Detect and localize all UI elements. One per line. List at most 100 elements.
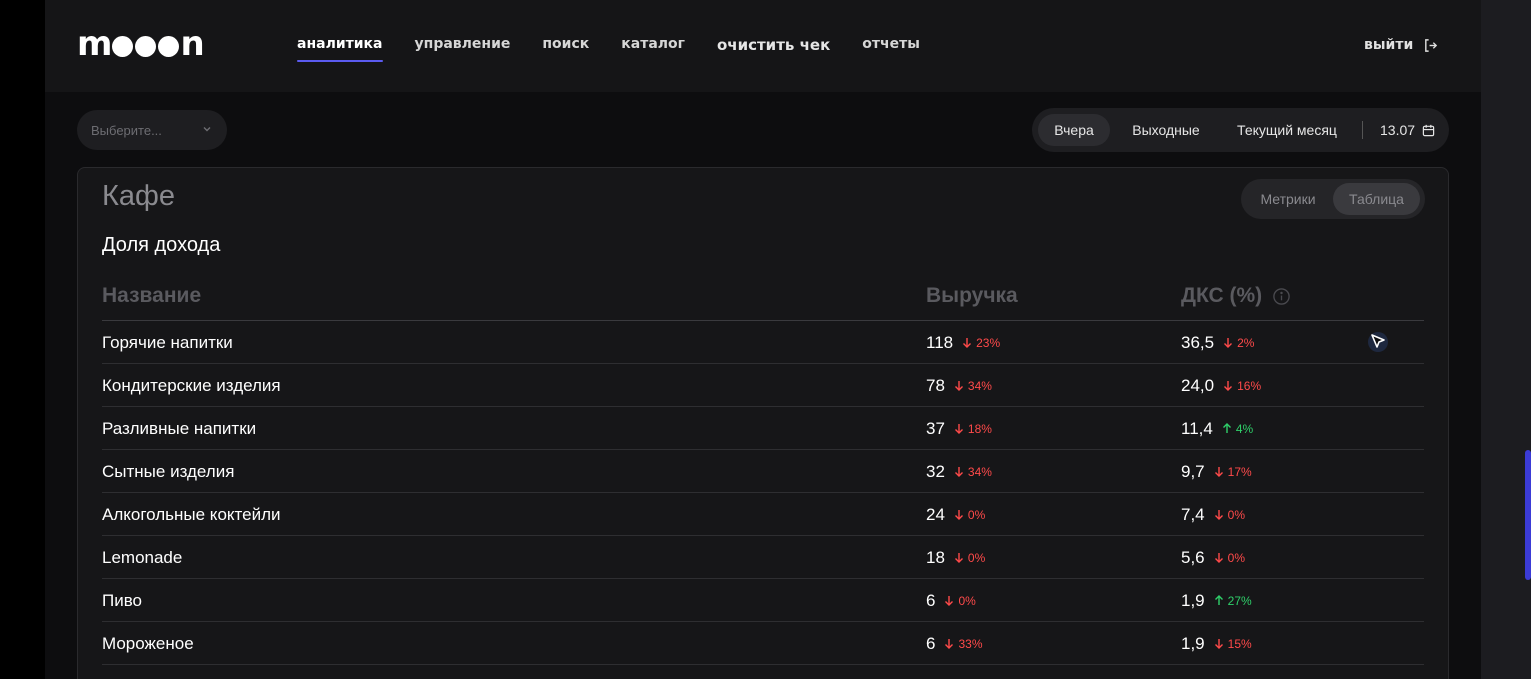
row-revenue: 6 0% [926, 591, 976, 611]
col-name-header[interactable]: Название [102, 284, 201, 308]
row-revenue: 78 34% [926, 376, 992, 396]
nav-clear-receipt[interactable]: очистить чек [717, 36, 830, 62]
logout-label: выйти [1364, 37, 1414, 53]
venue-select[interactable]: Выберите... [77, 110, 227, 150]
cafe-card: Кафе Метрики Таблица Доля дохода Названи… [77, 167, 1449, 679]
arrow-down-icon [962, 337, 972, 348]
arrow-up-icon [1222, 423, 1232, 434]
dks-delta: 15% [1214, 637, 1252, 651]
nav-search[interactable]: поиск [542, 36, 589, 62]
row-name: Кондитерские изделия [102, 376, 281, 395]
revenue-delta: 34% [954, 379, 992, 393]
chevron-down-icon [203, 127, 211, 132]
row-dks: 1,9 27% [1181, 591, 1252, 611]
table-row[interactable]: Алкогольные коктейли 24 0% 7,4 0% [102, 493, 1424, 536]
period-weekend[interactable]: Выходные [1122, 114, 1210, 146]
logo-n: n [180, 24, 204, 64]
logo-dot-1 [112, 35, 134, 57]
date-picker[interactable]: 13.07 [1380, 114, 1435, 146]
dks-delta: 17% [1214, 465, 1252, 479]
calendar-icon [1422, 124, 1435, 136]
table-body: Горячие напитки 118 23% 36,5 2% Кондитерские … [102, 321, 1424, 665]
row-dks: 36,5 2% [1181, 333, 1254, 353]
scrollbar-thumb[interactable] [1525, 450, 1531, 580]
revenue-delta: 33% [944, 637, 983, 651]
dks-value: 36,5 [1181, 333, 1215, 352]
arrow-down-icon [944, 638, 954, 649]
row-name: Lemonade [102, 548, 183, 567]
table-row[interactable]: Мороженое 6 33% 1,9 15% [102, 622, 1424, 665]
nav-management[interactable]: управление [415, 36, 511, 62]
dks-value: 7,4 [1181, 505, 1205, 524]
row-revenue: 32 34% [926, 462, 992, 482]
dks-delta: 4% [1222, 422, 1253, 436]
row-name: Мороженое [102, 634, 194, 653]
page-scrollbar[interactable] [1481, 0, 1531, 679]
revenue-value: 32 [926, 462, 945, 481]
section-subtitle: Доля дохода [102, 234, 221, 256]
revenue-value: 78 [926, 376, 945, 395]
table-row[interactable]: Пиво 6 0% 1,9 27% [102, 579, 1424, 622]
dks-value: 24,0 [1181, 376, 1215, 395]
col-dks-header[interactable]: ДКС (%) [1181, 284, 1291, 308]
revenue-delta: 0% [944, 594, 976, 608]
row-name: Сытные изделия [102, 462, 235, 481]
table-row[interactable]: Горячие напитки 118 23% 36,5 2% [102, 321, 1424, 364]
venue-select-placeholder: Выберите... [91, 122, 162, 138]
date-value: 13.07 [1380, 122, 1416, 138]
col-name-label: Название [102, 284, 202, 307]
table-row[interactable]: Lemonade 18 0% 5,6 0% [102, 536, 1424, 579]
row-revenue: 24 0% [926, 505, 985, 525]
logout-button[interactable]: выйти [1364, 37, 1438, 53]
arrow-down-icon [944, 595, 954, 606]
page: mn аналитика управление поиск каталог оч… [45, 0, 1481, 679]
table-header: Название Выручка ДКС (%) [102, 280, 1424, 321]
arrow-down-icon [954, 466, 964, 477]
period-selector: Вчера Выходные Текущий месяц 13.07 [1032, 108, 1449, 152]
row-name: Горячие напитки [102, 333, 233, 352]
row-dks: 1,9 15% [1181, 634, 1252, 654]
row-revenue: 18 0% [926, 548, 985, 568]
row-name: Разливные напитки [102, 419, 257, 438]
revenue-delta: 34% [954, 465, 992, 479]
period-yesterday[interactable]: Вчера [1038, 114, 1110, 146]
arrow-down-icon [1214, 552, 1224, 563]
col-revenue-header[interactable]: Выручка [926, 284, 1018, 308]
revenue-value: 118 [926, 333, 954, 352]
arrow-down-icon [1214, 509, 1224, 520]
row-name: Алкогольные коктейли [102, 505, 281, 524]
table-row[interactable]: Разливные напитки 37 18% 11,4 4% [102, 407, 1424, 450]
nav-reports[interactable]: отчеты [862, 36, 920, 62]
revenue-value: 37 [926, 419, 945, 438]
row-dks: 9,7 17% [1181, 462, 1252, 482]
table-row[interactable]: Кондитерские изделия 78 34% 24,0 16% [102, 364, 1424, 407]
row-revenue: 6 33% [926, 634, 983, 654]
nav-catalog[interactable]: каталог [621, 36, 685, 62]
dks-delta: 0% [1214, 508, 1245, 522]
dks-value: 5,6 [1181, 548, 1205, 567]
period-current-month[interactable]: Текущий месяц [1226, 114, 1348, 146]
revenue-delta: 0% [954, 508, 985, 522]
table-row[interactable]: Сытные изделия 32 34% 9,7 17% [102, 450, 1424, 493]
row-dks: 11,4 4% [1181, 419, 1253, 439]
arrow-up-icon [1214, 595, 1224, 606]
logo[interactable]: mn [77, 24, 205, 64]
arrow-down-icon [954, 552, 964, 563]
dks-value: 11,4 [1181, 419, 1213, 438]
info-icon[interactable] [1272, 287, 1291, 306]
logo-dot-3 [158, 35, 180, 57]
main-nav: аналитика управление поиск каталог очист… [297, 36, 952, 62]
card-title: Кафе [102, 180, 176, 212]
dks-value: 9,7 [1181, 462, 1205, 481]
view-metrics[interactable]: Метрики [1245, 183, 1331, 215]
revenue-value: 24 [926, 505, 945, 524]
revenue-delta: 0% [954, 551, 985, 565]
nav-analytics[interactable]: аналитика [297, 36, 383, 62]
app-viewport: mn аналитика управление поиск каталог оч… [0, 0, 1531, 679]
view-table[interactable]: Таблица [1333, 183, 1420, 215]
col-dks-label: ДКС (%) [1181, 284, 1263, 307]
row-revenue: 118 23% [926, 333, 1000, 353]
revenue-delta: 23% [962, 336, 1000, 350]
dks-delta: 27% [1214, 594, 1252, 608]
row-dks: 24,0 16% [1181, 376, 1261, 396]
